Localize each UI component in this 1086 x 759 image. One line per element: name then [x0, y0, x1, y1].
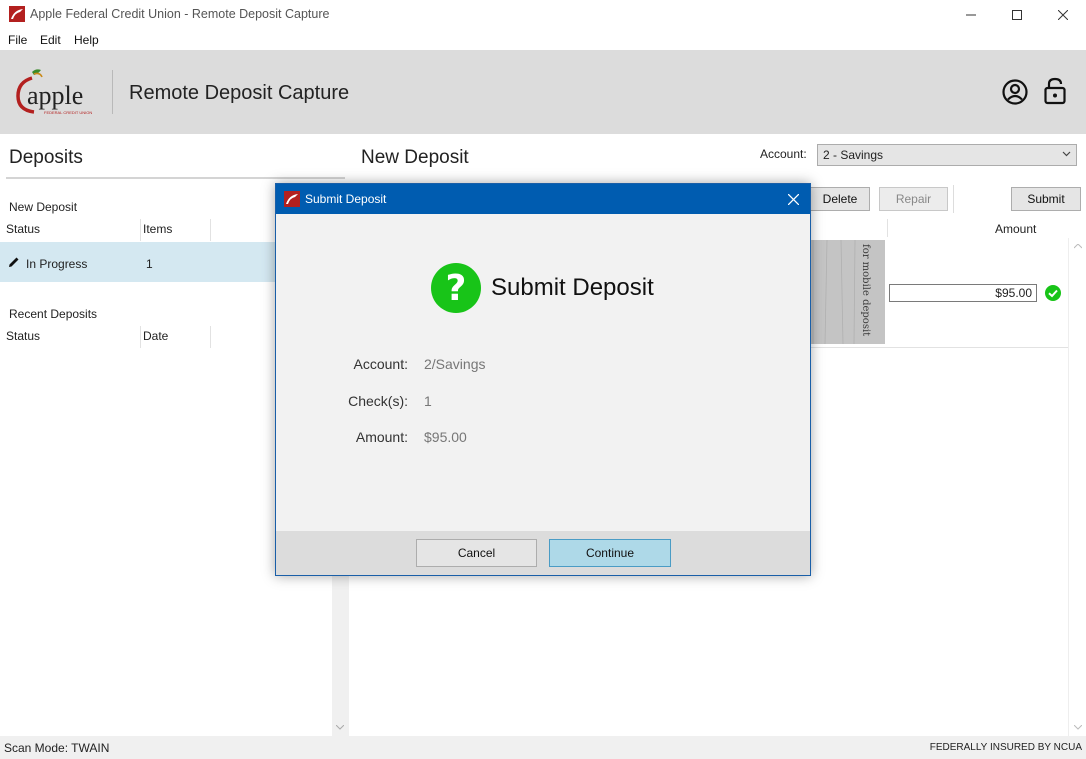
new-deposit-heading: New Deposit — [361, 147, 469, 168]
row-items: 1 — [146, 257, 153, 271]
svg-text:FEDERAL CREDIT UNION: FEDERAL CREDIT UNION — [44, 110, 92, 115]
account-select-value: 2 - Savings — [823, 148, 884, 162]
checks-field-value: 1 — [424, 393, 432, 409]
header-divider — [112, 70, 113, 114]
user-icon[interactable] — [1001, 78, 1029, 106]
svg-text:for mobile deposit: for mobile deposit — [860, 244, 871, 336]
check-back-image: for mobile deposit — [807, 240, 885, 344]
app-header: apple FEDERAL CREDIT UNION Remote Deposi… — [0, 50, 1086, 134]
scan-mode-text: Scan Mode: TWAIN — [4, 741, 110, 755]
row-status: In Progress — [26, 257, 88, 271]
minimize-icon — [966, 14, 976, 16]
dialog-footer: Cancel Continue — [276, 531, 810, 575]
scroll-up-icon — [1074, 244, 1082, 249]
dialog-close-button[interactable] — [783, 189, 803, 209]
app-icon — [284, 191, 300, 207]
account-field-value: 2/Savings — [424, 356, 486, 372]
app-title: Remote Deposit Capture — [129, 82, 350, 104]
amount-field-value: $95.00 — [424, 429, 467, 445]
scroll-down-icon — [1074, 725, 1082, 730]
toolbar-divider — [953, 185, 954, 213]
dialog-titlebar: Submit Deposit — [276, 184, 810, 214]
app-icon — [9, 6, 25, 22]
cancel-button[interactable]: Cancel — [416, 539, 537, 567]
svg-text:apple: apple — [27, 81, 83, 110]
column-separator — [140, 219, 141, 241]
column-separator — [887, 219, 888, 237]
column-header-date[interactable]: Date — [143, 329, 168, 343]
account-field-label: Account: — [353, 356, 408, 372]
menu-help[interactable]: Help — [74, 33, 99, 47]
right-scrollbar[interactable] — [1068, 238, 1086, 736]
close-button[interactable] — [1040, 0, 1086, 30]
menu-bar: File Edit Help — [0, 30, 1086, 50]
column-separator — [210, 326, 211, 348]
pencil-icon — [9, 257, 19, 267]
repair-button[interactable]: Repair — [879, 187, 948, 211]
dialog-title: Submit Deposit — [305, 192, 387, 206]
check-image-thumbnail[interactable]: for mobile deposit — [807, 240, 885, 344]
check-circle-icon — [1045, 285, 1061, 301]
lock-icon[interactable] — [1043, 76, 1067, 106]
svg-text:?: ? — [446, 268, 467, 309]
heading-underline — [6, 177, 345, 179]
recent-deposits-section-label: Recent Deposits — [9, 307, 98, 321]
column-header-items[interactable]: Items — [143, 222, 172, 236]
submit-deposit-dialog: Submit Deposit ? Submit Deposit Account:… — [275, 183, 811, 576]
apple-fcu-logo: apple FEDERAL CREDIT UNION — [16, 69, 92, 115]
account-select[interactable]: 2 - Savings — [817, 144, 1077, 166]
menu-edit[interactable]: Edit — [40, 33, 61, 47]
window-title: Apple Federal Credit Union - Remote Depo… — [30, 7, 330, 21]
dialog-headline: Submit Deposit — [491, 274, 654, 301]
amount-field-label: Amount: — [355, 429, 408, 445]
continue-button[interactable]: Continue — [549, 539, 671, 567]
close-icon — [787, 193, 799, 205]
submit-button[interactable]: Submit — [1011, 187, 1081, 211]
amount-input[interactable]: $95.00 — [889, 284, 1037, 302]
status-bar: Scan Mode: TWAIN FEDERALLY INSURED BY NC… — [0, 736, 1086, 759]
column-header-status[interactable]: Status — [6, 222, 40, 236]
close-icon — [1058, 10, 1068, 20]
deposits-heading: Deposits — [9, 147, 83, 168]
maximize-button[interactable] — [994, 0, 1040, 30]
new-deposit-section-label: New Deposit — [9, 200, 78, 214]
checks-field-label: Check(s): — [348, 393, 408, 409]
column-header-status[interactable]: Status — [6, 329, 40, 343]
chevron-down-icon — [1062, 151, 1071, 157]
column-separator — [210, 219, 211, 241]
delete-button[interactable]: Delete — [810, 187, 870, 211]
menu-file[interactable]: File — [8, 33, 27, 47]
account-label: Account: — [760, 147, 807, 161]
ncua-notice: FEDERALLY INSURED BY NCUA — [929, 742, 1082, 753]
window-titlebar: Apple Federal Credit Union - Remote Depo… — [0, 0, 1086, 30]
column-separator — [140, 326, 141, 348]
scroll-down-icon — [336, 725, 344, 730]
column-header-amount[interactable]: Amount — [995, 222, 1036, 236]
question-circle-icon: ? — [431, 263, 481, 313]
minimize-button[interactable] — [948, 0, 994, 30]
maximize-icon — [1012, 10, 1022, 20]
